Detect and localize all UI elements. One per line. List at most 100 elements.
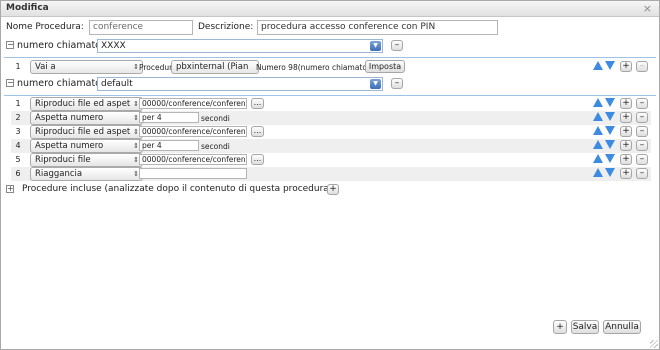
arrow-up-icon[interactable]: [593, 112, 603, 121]
group2-number-value: default: [101, 79, 133, 89]
action-row: 3 Riproduci file ed aspet ⇕ 00000/confer…: [11, 125, 651, 139]
move-buttons: [593, 126, 617, 136]
arrow-down-icon[interactable]: [605, 112, 615, 121]
separator-line: [4, 57, 656, 58]
numero-label: Numero 98(numero chiamato): [256, 63, 370, 72]
resize-grip-icon[interactable]: [650, 340, 658, 348]
action-select[interactable]: Riproduci file ed aspet ⇕: [30, 125, 143, 139]
seconds-label: secondi: [201, 114, 230, 123]
add-row-button[interactable]: +: [620, 98, 632, 109]
group1-number-value: XXXX: [101, 41, 126, 51]
action-select-value: Aspetta numero: [35, 113, 104, 123]
remove-row-button[interactable]: –: [636, 168, 648, 179]
remove-row-button[interactable]: –: [636, 154, 648, 165]
browse-button[interactable]: ...: [251, 126, 264, 137]
action-select[interactable]: Aspetta numero ⇕: [30, 111, 143, 125]
arrow-up-icon[interactable]: [593, 98, 603, 107]
action-select[interactable]: Aspetta numero ⇕: [30, 139, 143, 153]
add-row-button[interactable]: +: [620, 61, 632, 72]
action-select-value: Riproduci file ed aspet: [35, 127, 131, 137]
save-button[interactable]: Salva: [571, 320, 599, 334]
expand-included-toggle[interactable]: +: [6, 185, 14, 193]
action-select-value: Riproduci file: [35, 155, 91, 165]
procedura-select-value: pbxinternal (Pian: [176, 62, 249, 72]
add-row-button[interactable]: +: [620, 126, 632, 137]
cancel-button[interactable]: Annulla: [603, 320, 641, 334]
action-select[interactable]: Riproduci file ed aspet ⇕: [30, 97, 143, 111]
description-label: Descrizione:: [198, 22, 254, 32]
name-label: Nome Procedura:: [6, 22, 84, 32]
remove-row-button[interactable]: –: [636, 112, 648, 123]
move-buttons: [593, 61, 617, 71]
dialog-title: Modifica: [6, 3, 49, 13]
file-path-field[interactable]: 00000/conference/conferenc: [139, 98, 247, 109]
row-number: 1: [15, 62, 21, 71]
move-buttons: [593, 154, 617, 164]
action-select[interactable]: Riproduci file ⇕: [30, 153, 143, 167]
description-field[interactable]: procedura accesso conference con PIN: [257, 20, 498, 35]
included-procedures-label: Procedure incluse (analizzate dopo il co…: [22, 184, 333, 194]
add-row-button[interactable]: +: [620, 112, 632, 123]
group2-number-combo[interactable]: default ▼: [97, 77, 383, 91]
row-number: 2: [15, 113, 21, 122]
arrow-up-icon[interactable]: [593, 168, 603, 177]
action-select[interactable]: Vai a ⇕: [30, 60, 143, 74]
dialog-titlebar: Modifica ×: [1, 1, 659, 17]
move-buttons: [593, 98, 617, 108]
arrow-down-icon[interactable]: [605, 168, 615, 177]
arrow-down-icon[interactable]: [605, 98, 615, 107]
file-path-field[interactable]: 00000/conference/conferenc: [139, 126, 247, 137]
row-number: 1: [15, 99, 21, 108]
add-row-button[interactable]: +: [620, 168, 632, 179]
collapse-group1-toggle[interactable]: −: [6, 41, 14, 49]
add-row-button[interactable]: +: [620, 154, 632, 165]
arrow-down-icon[interactable]: [605, 140, 615, 149]
action-row: 6 Riaggancia ⇕ + –: [11, 167, 651, 181]
close-icon[interactable]: ×: [643, 2, 652, 15]
collapse-group2-toggle[interactable]: −: [6, 79, 14, 87]
chevron-down-icon[interactable]: ▼: [370, 79, 381, 89]
seconds-label: secondi: [201, 142, 230, 151]
move-buttons: [593, 168, 617, 178]
file-path-field[interactable]: 00000/conference/conferenc: [139, 154, 247, 165]
arrow-down-icon[interactable]: [605, 61, 615, 70]
remove-row-button[interactable]: –: [636, 61, 648, 72]
empty-parameter-field[interactable]: [139, 168, 247, 179]
modifica-dialog: Modifica × Nome Procedura: conference De…: [0, 0, 660, 350]
action-select-value: Riaggancia: [35, 169, 83, 179]
remove-group1-button[interactable]: –: [391, 40, 403, 51]
name-field[interactable]: conference: [89, 20, 193, 35]
add-included-procedure-button[interactable]: +: [327, 184, 339, 195]
action-row: 4 Aspetta numero ⇕ per 4 secondi + –: [11, 139, 651, 153]
group1-number-combo[interactable]: XXXX ▼: [97, 39, 383, 53]
remove-row-button[interactable]: –: [636, 126, 648, 137]
remove-row-button[interactable]: –: [636, 98, 648, 109]
group2-label: numero chiamato: [17, 78, 101, 89]
arrow-down-icon[interactable]: [605, 126, 615, 135]
remove-row-button[interactable]: –: [636, 140, 648, 151]
group1-action-row: 1 Vai a ⇕ Procedura pbxinternal (Pian Nu…: [11, 60, 651, 74]
arrow-up-icon[interactable]: [593, 154, 603, 163]
row-number: 4: [15, 141, 21, 150]
remove-group2-button[interactable]: –: [391, 78, 403, 89]
add-button[interactable]: +: [553, 320, 567, 334]
arrow-up-icon[interactable]: [593, 61, 603, 70]
add-row-button[interactable]: +: [620, 140, 632, 151]
action-select-value: Riproduci file ed aspet: [35, 99, 131, 109]
wait-seconds-field[interactable]: per 4: [139, 112, 199, 123]
move-buttons: [593, 112, 617, 122]
arrow-up-icon[interactable]: [593, 140, 603, 149]
browse-button[interactable]: ...: [251, 98, 264, 109]
action-row: 5 Riproduci file ⇕ 00000/conference/conf…: [11, 153, 651, 167]
arrow-down-icon[interactable]: [605, 154, 615, 163]
procedura-select[interactable]: pbxinternal (Pian: [171, 60, 259, 74]
browse-button[interactable]: ...: [251, 154, 264, 165]
arrow-up-icon[interactable]: [593, 126, 603, 135]
action-select-value: Vai a: [35, 62, 56, 72]
action-select[interactable]: Riaggancia ⇕: [30, 167, 143, 181]
separator-line: [4, 95, 656, 96]
chevron-down-icon[interactable]: ▼: [370, 41, 381, 51]
imposta-button[interactable]: Imposta: [365, 60, 405, 73]
action-select-value: Aspetta numero: [35, 141, 104, 151]
wait-seconds-field[interactable]: per 4: [139, 140, 199, 151]
